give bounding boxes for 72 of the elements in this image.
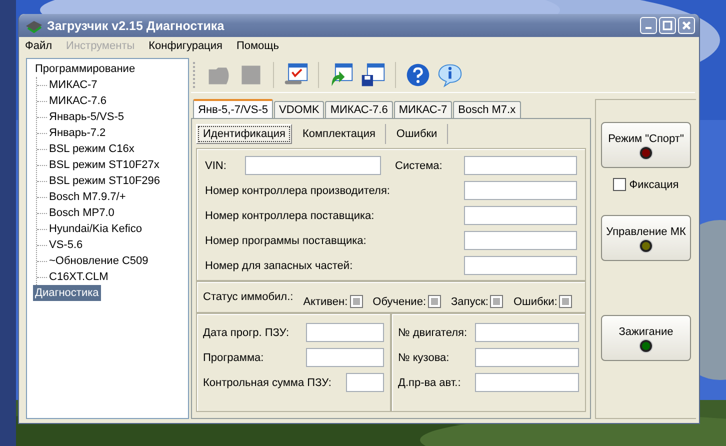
tree-item[interactable]: Bosch MP7.0 [47, 205, 116, 221]
tree-item[interactable]: МИКАС-7 [47, 77, 100, 93]
input-field[interactable] [464, 206, 577, 225]
tab[interactable]: Идентификация [196, 124, 292, 144]
tree-item[interactable]: BSL режим ST10F27x [47, 157, 162, 173]
tree-item[interactable]: Bosch M7.9.7/+ [47, 189, 128, 205]
tab[interactable]: Ошибки [386, 124, 448, 144]
tree-item[interactable]: C16XT.CLM [47, 269, 110, 285]
field-label: № двигателя: [398, 326, 468, 338]
tree-item[interactable]: Январь-7.2 [47, 125, 108, 141]
field-label: Активен: [303, 296, 348, 308]
tree-item[interactable]: ~Обновление C509 [47, 253, 150, 269]
tab[interactable]: МИКАС-7 [394, 101, 452, 118]
field-label: № кузова: [398, 352, 450, 364]
close-button[interactable] [678, 17, 695, 34]
tree-item[interactable]: Hyundai/Kia Kefico [47, 221, 144, 237]
input-field[interactable] [306, 348, 384, 367]
checkbox[interactable] [428, 294, 441, 308]
field-label: Контрольная сумма ПЗУ: [203, 376, 332, 388]
input-field[interactable] [306, 323, 384, 342]
checkbox[interactable] [559, 294, 572, 308]
field-label: Номер программы поставщика: [205, 234, 368, 246]
checkbox[interactable] [613, 178, 626, 191]
tree-item[interactable]: BSL режим C16x [47, 141, 136, 157]
close-icon [681, 20, 692, 31]
field-label: Номер контроллера поставщика: [205, 210, 376, 222]
input-field[interactable] [475, 323, 579, 342]
chip-icon [25, 18, 43, 32]
led-button[interactable]: Режим "Спорт" [601, 122, 691, 168]
input-field[interactable] [475, 348, 579, 367]
input-field[interactable] [475, 373, 579, 392]
field-label: Обучение: [372, 296, 426, 308]
field-label: VIN: [205, 160, 228, 172]
tree-item[interactable]: BSL режим ST10F296 [47, 173, 162, 189]
input-field[interactable] [464, 256, 577, 275]
field-label: Программа: [203, 352, 265, 364]
maximize-button[interactable] [659, 17, 676, 34]
input-field[interactable] [346, 373, 384, 392]
checkbox-label: Фиксация [629, 178, 679, 190]
minimize-icon [645, 27, 652, 29]
led-button[interactable]: Зажигание [601, 315, 691, 361]
field-label: Д.пр-ва авт.: [398, 376, 462, 388]
field-label: Номер контроллера производителя: [205, 184, 391, 196]
checkbox[interactable] [490, 294, 504, 308]
led-button[interactable]: Управление МК [601, 215, 691, 261]
field-label: Дата прогр. ПЗУ: [203, 326, 290, 338]
field-label: Запуск: [451, 296, 488, 308]
field-label: Номер для запасных частей: [205, 260, 354, 272]
input-field[interactable] [464, 181, 577, 200]
tree-item[interactable]: МИКАС-7.6 [47, 93, 108, 109]
tab[interactable]: МИКАС-7.6 [325, 101, 393, 118]
tab[interactable]: VDOMK [274, 101, 324, 118]
menu-item[interactable]: Конфигурация [148, 40, 222, 52]
tree-item[interactable]: Программирование [33, 61, 138, 77]
field-label: Система: [395, 160, 444, 172]
input-field[interactable] [245, 156, 381, 175]
input-field[interactable] [464, 231, 577, 250]
menu-item[interactable]: Файл [25, 40, 52, 52]
maximize-icon [662, 20, 673, 31]
checkbox[interactable] [350, 294, 363, 308]
field-label: Статус иммобил.: [203, 291, 294, 303]
minimize-button[interactable] [640, 17, 657, 34]
window-title: Загрузчик v2.15 Диагностика [47, 18, 226, 32]
tree-item[interactable]: Диагностика [33, 285, 101, 301]
input-field[interactable] [464, 156, 577, 175]
field-label: Ошибки: [513, 296, 558, 308]
tab[interactable]: Янв-5,-7/VS-5 [193, 99, 273, 118]
menu-item[interactable]: Помощь [236, 40, 279, 52]
tab[interactable]: Комплектация [292, 124, 386, 144]
tree-item[interactable]: Январь-5/VS-5 [47, 109, 126, 125]
tab[interactable]: Bosch M7.x [453, 101, 521, 118]
tree-item[interactable]: VS-5.6 [47, 237, 85, 253]
